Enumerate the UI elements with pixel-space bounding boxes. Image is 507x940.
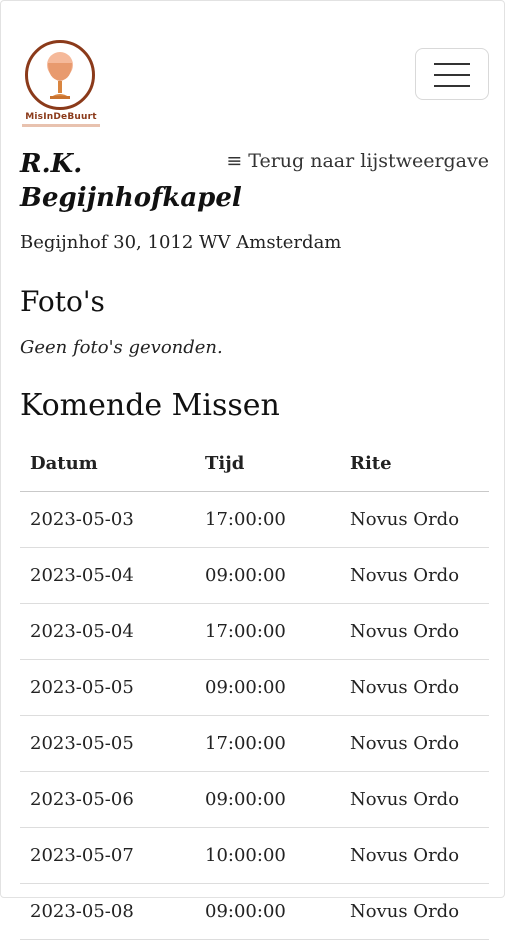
table-row: 2023-05-04 09:00:00 Novus Ordo — [20, 547, 489, 604]
church-address: Begijnhof 30, 1012 WV Amsterdam — [20, 232, 342, 253]
hamburger-icon — [434, 63, 470, 65]
mass-time: 17:00:00 — [195, 603, 340, 660]
mass-time: 09:00:00 — [195, 547, 340, 604]
menu-toggle-button[interactable] — [415, 48, 489, 100]
table-row: 2023-05-08 09:00:00 Novus Ordo — [20, 883, 489, 940]
mass-rite: Novus Ordo — [340, 491, 489, 548]
back-link-label: Terug naar lijstweergave — [248, 150, 489, 172]
column-header-rite: Rite — [340, 436, 489, 492]
mass-rite: Novus Ordo — [340, 827, 489, 884]
masses-heading: Komende Missen — [20, 388, 280, 423]
mass-rite: Novus Ordo — [340, 603, 489, 660]
logo-text: MisInDeBuurt — [25, 112, 97, 122]
page-container: MisInDeBuurt R.K. Begijnhofkapel ≡ Terug … — [20, 0, 489, 940]
mass-time: 17:00:00 — [195, 715, 340, 772]
mass-time: 17:00:00 — [195, 491, 340, 548]
mass-time: 09:00:00 — [195, 883, 340, 940]
no-photos-text: Geen foto's gevonden. — [20, 337, 223, 358]
logo-tagline-decoration — [22, 124, 100, 127]
mass-date: 2023-05-06 — [20, 771, 195, 828]
mass-rite: Novus Ordo — [340, 659, 489, 716]
mass-date: 2023-05-08 — [20, 883, 195, 940]
column-header-date: Datum — [20, 436, 195, 492]
mass-time: 09:00:00 — [195, 659, 340, 716]
table-row: 2023-05-03 17:00:00 Novus Ordo — [20, 491, 489, 548]
navbar: MisInDeBuurt — [20, 0, 489, 140]
table-row: 2023-05-06 09:00:00 Novus Ordo — [20, 771, 489, 828]
mass-rite: Novus Ordo — [340, 883, 489, 940]
mass-date: 2023-05-04 — [20, 547, 195, 604]
mass-rite: Novus Ordo — [340, 771, 489, 828]
table-header-row: Datum Tijd Rite — [20, 436, 489, 492]
list-icon: ≡ — [226, 150, 243, 172]
mass-rite: Novus Ordo — [340, 547, 489, 604]
table-row: 2023-05-05 17:00:00 Novus Ordo — [20, 715, 489, 772]
back-to-list-link[interactable]: ≡ Terug naar lijstweergave — [226, 150, 489, 172]
mass-time: 10:00:00 — [195, 827, 340, 884]
table-row: 2023-05-07 10:00:00 Novus Ordo — [20, 827, 489, 884]
table-row: 2023-05-05 09:00:00 Novus Ordo — [20, 659, 489, 716]
church-name: R.K. Begijnhofkapel — [20, 149, 242, 213]
mass-date: 2023-05-07 — [20, 827, 195, 884]
mass-time: 09:00:00 — [195, 771, 340, 828]
site-logo[interactable]: MisInDeBuurt — [20, 40, 100, 130]
masses-table: Datum Tijd Rite 2023-05-03 17:00:00 Novu… — [20, 436, 489, 940]
mass-date: 2023-05-05 — [20, 715, 195, 772]
photos-heading: Foto's — [20, 285, 105, 318]
mass-date: 2023-05-04 — [20, 603, 195, 660]
table-row: 2023-05-04 17:00:00 Novus Ordo — [20, 603, 489, 660]
mass-date: 2023-05-03 — [20, 491, 195, 548]
chalice-icon — [25, 40, 95, 110]
mass-rite: Novus Ordo — [340, 715, 489, 772]
column-header-time: Tijd — [195, 436, 340, 492]
mass-date: 2023-05-05 — [20, 659, 195, 716]
